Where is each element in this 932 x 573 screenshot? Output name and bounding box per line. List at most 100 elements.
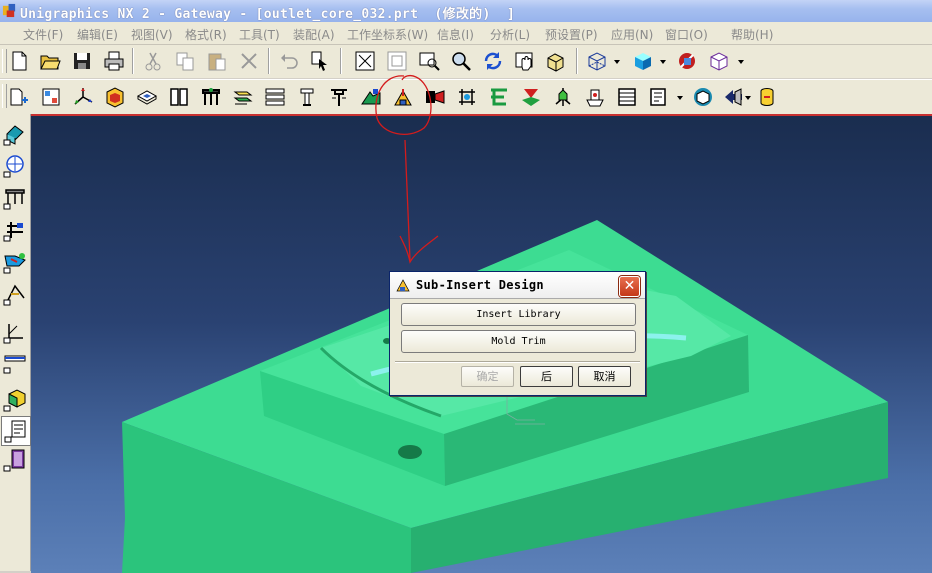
slider-lifter-icon bbox=[361, 89, 381, 105]
mold-wizard-exit-button[interactable] bbox=[754, 84, 780, 110]
menu-application[interactable]: 应用(N) bbox=[611, 26, 653, 43]
workpiece-button[interactable] bbox=[134, 84, 160, 110]
cylinder-icon bbox=[760, 88, 774, 106]
mold-base-button[interactable] bbox=[262, 84, 288, 110]
sub-insert-icon bbox=[394, 89, 412, 106]
pocket-button[interactable] bbox=[486, 84, 512, 110]
view-cube-icon bbox=[694, 88, 712, 106]
left-tool-7[interactable] bbox=[1, 318, 29, 346]
pan-hand-icon bbox=[515, 52, 533, 71]
view-orientation-dropdown[interactable] bbox=[659, 48, 667, 74]
slider-lifter-button[interactable] bbox=[358, 84, 384, 110]
mold-trim-button[interactable]: Mold Trim bbox=[401, 330, 636, 353]
family-mold-button[interactable] bbox=[38, 84, 64, 110]
left-tool-8[interactable] bbox=[1, 348, 29, 376]
mold-drawing-button[interactable] bbox=[646, 84, 672, 110]
open-button[interactable] bbox=[37, 48, 63, 74]
dialog-title: Sub-Insert Design bbox=[416, 278, 544, 292]
left-tool-10[interactable] bbox=[1, 416, 31, 446]
select-tool-button[interactable] bbox=[307, 48, 333, 74]
project-init-button[interactable] bbox=[6, 84, 32, 110]
insert-library-button[interactable]: Insert Library bbox=[401, 303, 636, 326]
new-file-button[interactable] bbox=[6, 48, 32, 74]
left-tool-2[interactable] bbox=[1, 152, 29, 180]
menu-help[interactable]: 帮助(H) bbox=[731, 26, 773, 43]
workpiece-icon bbox=[136, 90, 158, 105]
zoom-window-button[interactable] bbox=[384, 48, 410, 74]
save-button[interactable] bbox=[69, 48, 95, 74]
mold-base-left-icon bbox=[3, 189, 25, 210]
cut-button[interactable] bbox=[140, 48, 166, 74]
left-tool-4[interactable] bbox=[1, 216, 29, 244]
rotate-button[interactable] bbox=[480, 48, 506, 74]
menu-assembly[interactable]: 装配(A) bbox=[293, 26, 335, 43]
rendering-style-button[interactable] bbox=[584, 48, 610, 74]
copy-button[interactable] bbox=[172, 48, 198, 74]
parts-list-button[interactable] bbox=[614, 84, 640, 110]
bom-button[interactable] bbox=[518, 84, 544, 110]
ejector-pin-button[interactable] bbox=[326, 84, 352, 110]
shrinkage-icon bbox=[106, 87, 124, 108]
solid-color-icon bbox=[3, 389, 26, 412]
menu-view[interactable]: 视图(V) bbox=[131, 26, 173, 43]
delete-button[interactable] bbox=[236, 48, 262, 74]
mold-csys-button[interactable] bbox=[70, 84, 96, 110]
menu-info[interactable]: 信息(I) bbox=[437, 26, 474, 43]
paste-icon bbox=[208, 53, 226, 71]
layout-button[interactable] bbox=[166, 84, 192, 110]
drawing-dropdown[interactable] bbox=[676, 84, 684, 110]
left-tool-5[interactable] bbox=[1, 248, 29, 276]
trim-mold-components-button[interactable] bbox=[454, 84, 480, 110]
menu-tools[interactable]: 工具(T) bbox=[239, 26, 280, 43]
snap-view-icon bbox=[547, 53, 564, 72]
unused-parts-button[interactable] bbox=[720, 84, 746, 110]
cancel-button[interactable]: 取消 bbox=[578, 366, 631, 387]
cooling-button[interactable] bbox=[582, 84, 608, 110]
toolbar-separator bbox=[268, 48, 270, 74]
menu-format[interactable]: 格式(R) bbox=[185, 26, 227, 43]
rendering-style-dropdown[interactable] bbox=[613, 48, 621, 74]
view-manager-button[interactable] bbox=[690, 84, 716, 110]
menu-window[interactable]: 窗口(O) bbox=[665, 26, 708, 43]
print-button[interactable] bbox=[101, 48, 127, 74]
drawing-button[interactable] bbox=[550, 84, 576, 110]
ejector-pin-icon bbox=[331, 89, 347, 106]
ok-button[interactable]: 确定 bbox=[461, 366, 514, 387]
tools-dropdown[interactable] bbox=[744, 84, 752, 110]
layer-dropdown[interactable] bbox=[737, 48, 745, 74]
mold-tools-button[interactable] bbox=[198, 84, 224, 110]
left-tool-6[interactable] bbox=[1, 280, 29, 308]
menu-file[interactable]: 文件(F) bbox=[23, 26, 63, 43]
standard-toolbar bbox=[0, 45, 932, 78]
back-button[interactable]: 后 bbox=[520, 366, 573, 387]
pan-button[interactable] bbox=[512, 48, 538, 74]
csys-axes-icon bbox=[74, 88, 93, 105]
dialog-close-button[interactable]: ✕ bbox=[619, 276, 640, 297]
standard-parts-button[interactable] bbox=[294, 84, 320, 110]
zoom-button[interactable] bbox=[448, 48, 474, 74]
dialog-title-bar[interactable]: Sub-Insert Design ✕ bbox=[390, 272, 645, 299]
left-tool-9[interactable] bbox=[1, 386, 29, 414]
left-tool-1[interactable] bbox=[1, 120, 29, 148]
electrode-icon bbox=[426, 90, 445, 104]
electrode-button[interactable] bbox=[422, 84, 448, 110]
paste-button[interactable] bbox=[204, 48, 230, 74]
fit-view-button[interactable] bbox=[352, 48, 378, 74]
hide-button[interactable] bbox=[674, 48, 700, 74]
undo-button[interactable] bbox=[276, 48, 302, 74]
menu-preferences[interactable]: 预设置(P) bbox=[545, 26, 598, 43]
left-tool-11[interactable] bbox=[1, 446, 29, 474]
menu-analysis[interactable]: 分析(L) bbox=[490, 26, 530, 43]
layer-cube-button[interactable] bbox=[706, 48, 732, 74]
snap-view-button[interactable] bbox=[543, 48, 569, 74]
menu-edit[interactable]: 编辑(E) bbox=[77, 26, 118, 43]
view-orientation-button[interactable] bbox=[630, 48, 656, 74]
sub-insert-design-button[interactable] bbox=[390, 84, 416, 110]
left-tool-3[interactable] bbox=[1, 184, 29, 212]
select-pointer-icon bbox=[311, 51, 327, 71]
standard-part-left-icon bbox=[3, 222, 23, 242]
parting-button[interactable] bbox=[230, 84, 256, 110]
shrinkage-button[interactable] bbox=[102, 84, 128, 110]
zoom-region-button[interactable] bbox=[416, 48, 442, 74]
menu-wcs[interactable]: 工作坐标系(W) bbox=[347, 26, 428, 43]
